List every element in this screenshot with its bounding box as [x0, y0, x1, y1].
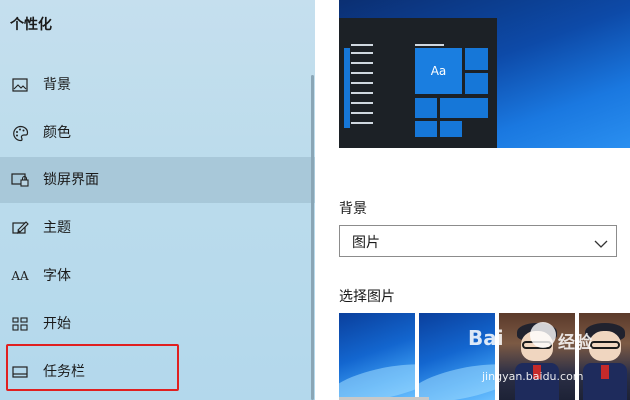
sidebar-item-label: 锁屏界面 [43, 172, 99, 188]
sidebar-item-label: 开始 [43, 316, 71, 332]
sidebar-item-label: 字体 [43, 268, 71, 284]
preview-menu-line [351, 52, 373, 54]
palette-icon [10, 123, 30, 143]
preview-tile [465, 48, 488, 70]
preview-tile [415, 98, 437, 118]
sidebar-item-label: 背景 [43, 77, 71, 93]
picture-icon [10, 75, 30, 95]
settings-sidebar: 个性化 背景 颜色 锁屏界面 主题 AA 字体 开始 任务栏 [0, 0, 315, 400]
font-icon: AA [10, 266, 30, 286]
sidebar-item-background[interactable]: 背景 [0, 62, 315, 108]
dropdown-value: 图片 [352, 235, 380, 251]
sidebar-scrollbar[interactable] [311, 75, 314, 400]
paw-icon [530, 322, 556, 348]
preview-tile [440, 121, 462, 137]
preview-menu-line [351, 122, 373, 124]
start-menu-preview: Aa [339, 18, 497, 148]
preview-tile [415, 121, 437, 137]
sidebar-item-start[interactable]: 开始 [0, 301, 315, 347]
baidu-jingyan-watermark: Bai 经验 jingyan.baidu.com [468, 318, 618, 388]
preview-menu-line [351, 62, 373, 64]
watermark-brand: 经验 [558, 333, 592, 353]
sidebar-item-label: 颜色 [43, 125, 71, 141]
preview-menu-line [351, 112, 373, 114]
choose-picture-label: 选择图片 [339, 289, 395, 305]
theme-brush-icon [10, 218, 30, 238]
start-grid-icon [10, 314, 30, 334]
preview-menu-line [351, 92, 373, 94]
annotation-highlight-box [6, 344, 179, 391]
preview-menu-line [351, 102, 373, 104]
lock-screen-icon [10, 170, 30, 190]
preview-tile-text: Aa [430, 64, 447, 78]
sidebar-item-themes[interactable]: 主题 [0, 205, 315, 251]
background-type-dropdown[interactable]: 图片 [339, 225, 617, 257]
preview-menu-line [351, 44, 373, 46]
preview-menu-line [351, 82, 373, 84]
preview-tile [465, 73, 488, 94]
sidebar-item-colors[interactable]: 颜色 [0, 110, 315, 156]
font-icon-text: AA [11, 269, 29, 283]
watermark-logo: Bai [468, 326, 504, 350]
sidebar-title: 个性化 [10, 17, 52, 33]
preview-app-column [344, 48, 350, 128]
preview-menu-line [351, 72, 373, 74]
sidebar-item-fonts[interactable]: AA 字体 [0, 253, 315, 299]
chevron-down-icon [594, 235, 608, 248]
sidebar-item-lock-screen[interactable]: 锁屏界面 [0, 157, 315, 203]
picture-thumbnail[interactable] [339, 313, 415, 400]
sidebar-item-label: 主题 [43, 220, 71, 236]
background-section-label: 背景 [339, 201, 367, 217]
desktop-preview: Aa [339, 0, 630, 148]
preview-tile [440, 98, 488, 118]
watermark-url: jingyan.baidu.com [482, 370, 584, 383]
preview-tiles-header [415, 44, 444, 46]
preview-tile-aa: Aa [415, 48, 462, 94]
